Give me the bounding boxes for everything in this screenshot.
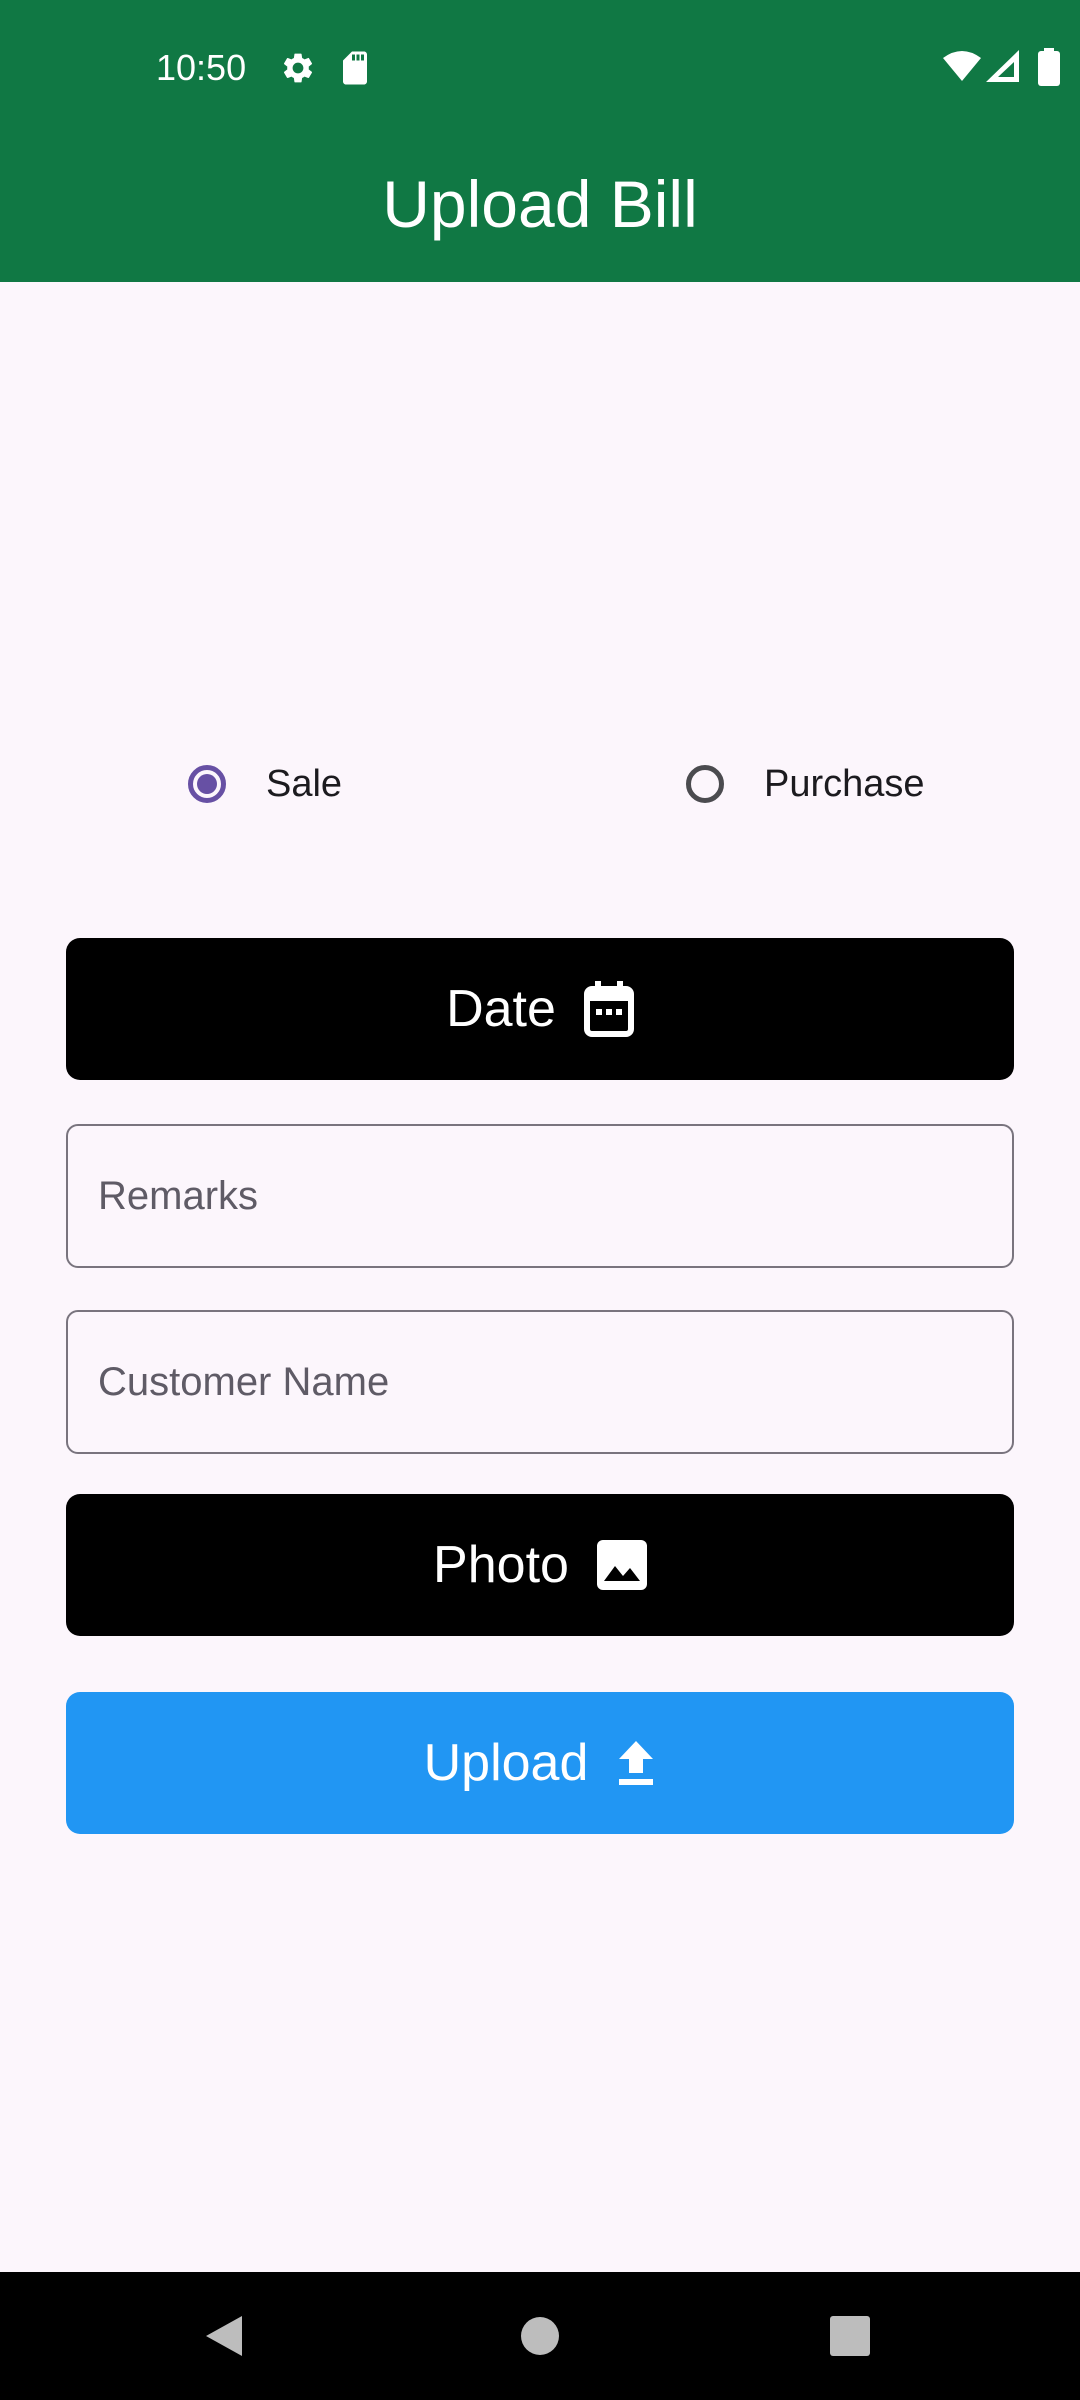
date-button-label: Date bbox=[446, 980, 556, 1038]
upload-form bbox=[0, 282, 1080, 2272]
recents-icon[interactable] bbox=[830, 2316, 870, 2356]
page-title: Upload Bill bbox=[382, 167, 698, 241]
remarks-input[interactable] bbox=[66, 1124, 1014, 1268]
app-bar: 10:50 Upload Bill bbox=[0, 0, 1080, 282]
upload-button[interactable]: Upload bbox=[66, 1692, 1014, 1834]
home-icon[interactable] bbox=[520, 2316, 560, 2356]
settings-icon bbox=[283, 53, 313, 83]
back-icon[interactable] bbox=[204, 2314, 244, 2358]
sd-card-icon bbox=[343, 51, 367, 85]
upload-icon bbox=[619, 1741, 654, 1785]
date-button[interactable]: Date bbox=[66, 938, 1014, 1080]
wifi-icon bbox=[943, 51, 981, 81]
radio-unselected-icon bbox=[686, 765, 724, 803]
radio-selected-icon bbox=[188, 765, 226, 803]
calendar-icon bbox=[583, 981, 634, 1037]
purchase-radio-label: Purchase bbox=[764, 762, 925, 805]
image-icon bbox=[596, 1540, 647, 1590]
battery-icon bbox=[1038, 48, 1060, 86]
sale-radio-label: Sale bbox=[266, 762, 343, 805]
photo-button-label: Photo bbox=[433, 1536, 569, 1594]
upload-button-label: Upload bbox=[423, 1734, 589, 1792]
photo-button[interactable]: Photo bbox=[66, 1494, 1014, 1636]
system-nav-bar bbox=[0, 2272, 1080, 2400]
status-time: 10:50 bbox=[156, 47, 247, 88]
customer-name-input[interactable] bbox=[66, 1310, 1014, 1454]
purchase-radio[interactable]: Purchase bbox=[686, 748, 925, 820]
sale-radio[interactable]: Sale bbox=[188, 748, 342, 820]
signal-icon bbox=[986, 50, 1019, 82]
